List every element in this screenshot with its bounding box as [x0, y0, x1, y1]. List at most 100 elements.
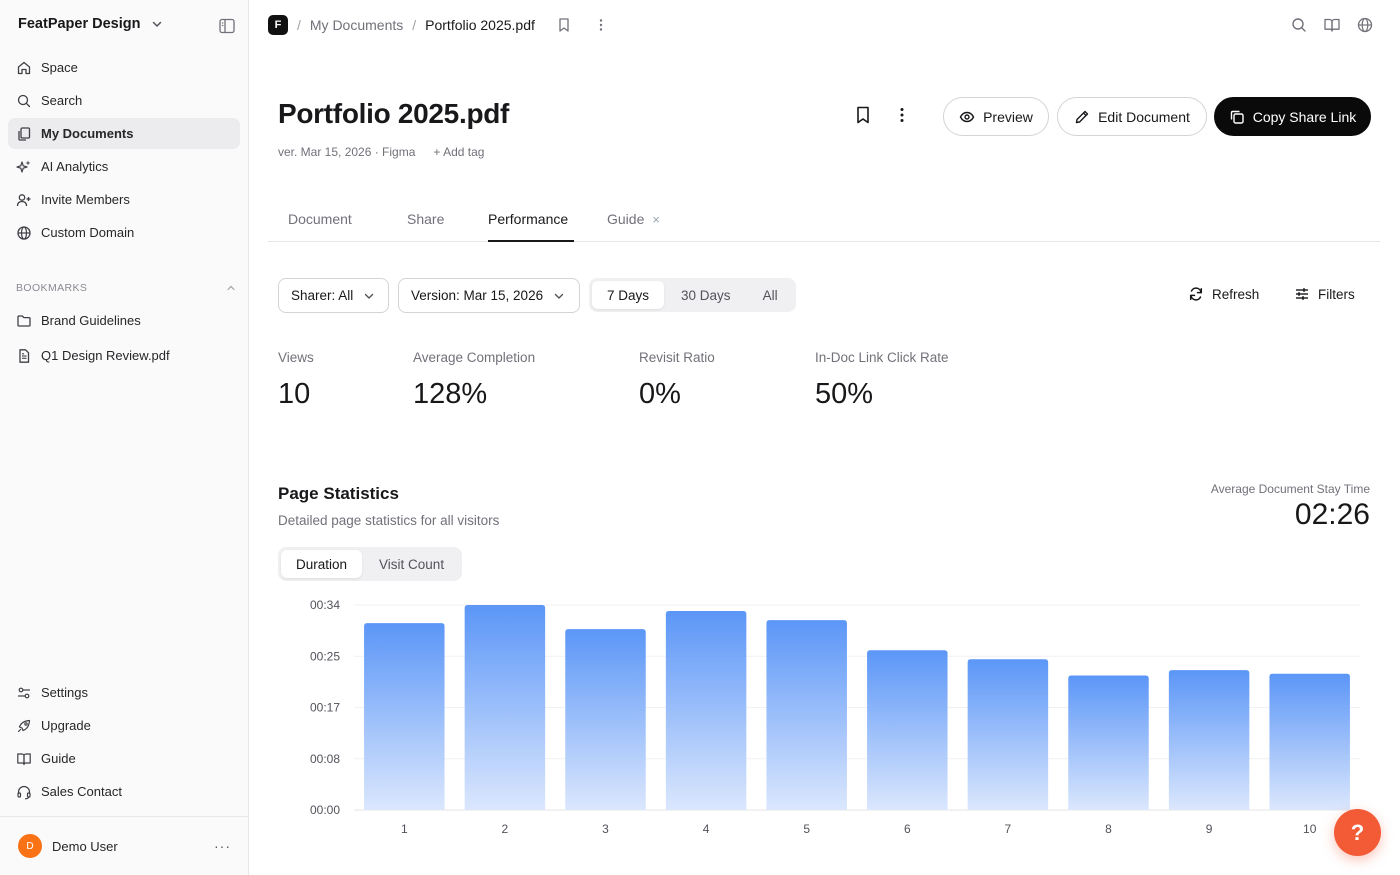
chart-bar[interactable]	[665, 611, 747, 810]
chart-bar[interactable]	[364, 623, 445, 810]
document-meta: ver. Mar 15, 2026 · Figma + Add tag	[278, 145, 484, 159]
bookmarks-header[interactable]: BOOKMARKS	[16, 282, 236, 294]
close-icon[interactable]: ×	[652, 212, 660, 227]
tab-guide-label: Guide	[607, 211, 645, 227]
nav-item-upgrade[interactable]: Upgrade	[8, 710, 240, 741]
bookmark-icon[interactable]	[556, 17, 572, 33]
section-subtitle: Detailed page statistics for all visitor…	[278, 513, 500, 528]
version-select-value: Version: Mar 15, 2026	[411, 288, 544, 303]
page-title: Portfolio 2025.pdf	[278, 98, 510, 129]
chart-bar[interactable]	[1068, 675, 1149, 810]
nav-item-invite-members[interactable]: Invite Members	[8, 184, 240, 215]
nav-item-label: Search	[41, 93, 83, 108]
x-tick-label: 9	[1206, 822, 1213, 836]
sidebar-toggle-icon[interactable]	[218, 17, 236, 35]
nav-item-sales-contact[interactable]: Sales Contact	[8, 776, 240, 807]
filters-button[interactable]: Filters	[1294, 286, 1355, 302]
nav-item-custom-domain[interactable]: Custom Domain	[8, 217, 240, 248]
nav-item-my-documents[interactable]: My Documents	[8, 118, 240, 149]
refresh-icon	[1189, 287, 1203, 301]
user-name: Demo User	[52, 838, 118, 854]
x-tick-label: 4	[703, 822, 710, 836]
version-select[interactable]: Version: Mar 15, 2026	[398, 278, 580, 313]
more-icon[interactable]: ···	[214, 838, 231, 854]
book-icon	[17, 752, 31, 765]
nav-item-label: My Documents	[41, 126, 134, 141]
tab-document[interactable]: Document	[288, 211, 352, 242]
chart-bar[interactable]	[1168, 670, 1250, 810]
preview-button[interactable]: Preview	[943, 97, 1049, 136]
range-30-days[interactable]: 30 Days	[666, 281, 746, 309]
bookmarks-label: BOOKMARKS	[16, 282, 88, 294]
tab-guide[interactable]: Guide ×	[607, 211, 660, 242]
nav-item-label: Custom Domain	[41, 225, 135, 240]
stay-time-label: Average Document Stay Time	[1210, 482, 1370, 496]
edit-document-button[interactable]: Edit Document	[1057, 97, 1207, 136]
chart-bar[interactable]	[464, 605, 546, 810]
more-vertical-icon[interactable]	[892, 105, 912, 125]
stat-value: 10	[278, 378, 311, 410]
nav-item-search[interactable]: Search	[8, 85, 240, 116]
chart-bar[interactable]	[967, 659, 1049, 810]
workspace-logo[interactable]: F	[268, 15, 288, 35]
range-all[interactable]: All	[748, 281, 793, 309]
breadcrumb-separator: /	[297, 17, 301, 33]
chart-bar[interactable]	[867, 650, 948, 810]
nav-item-label: Settings	[41, 685, 88, 700]
nav-item-space[interactable]: Space	[8, 52, 240, 83]
bookmarks-list: Brand Guidelines Q1 Design Review.pdf	[8, 304, 240, 374]
tab-share[interactable]: Share	[407, 211, 444, 242]
pencil-icon	[1075, 110, 1089, 123]
breadcrumb-my-documents[interactable]: My Documents	[310, 17, 403, 33]
document-tabs: Document Share Performance Guide ×	[268, 200, 1380, 242]
copy-icon	[1230, 110, 1244, 124]
tab-performance[interactable]: Performance	[488, 211, 574, 242]
bookmark-q1-design-review[interactable]: Q1 Design Review.pdf	[8, 339, 240, 372]
stat-label: Average Completion	[413, 350, 536, 365]
add-tag-button[interactable]: + Add tag	[433, 145, 484, 159]
sidebar: FeatPaper Design Space Search My Documen…	[0, 0, 249, 875]
user-menu[interactable]: D Demo User ···	[0, 816, 249, 875]
bottom-nav: Settings Upgrade Guide Sales Contact	[8, 677, 240, 809]
search-icon[interactable]	[1290, 16, 1308, 34]
more-vertical-icon[interactable]	[593, 17, 609, 33]
sharer-select-value: Sharer: All	[291, 288, 354, 303]
y-tick-label: 00:17	[310, 701, 340, 715]
book-open-icon[interactable]	[1323, 16, 1341, 34]
sharer-select[interactable]: Sharer: All	[278, 278, 389, 313]
section-title: Page Statistics	[278, 484, 399, 503]
globe-icon[interactable]	[1356, 16, 1374, 34]
chevron-down-icon	[152, 21, 161, 27]
nav-item-settings[interactable]: Settings	[8, 677, 240, 708]
range-7-days[interactable]: 7 Days	[592, 281, 665, 309]
stat-revisit-ratio: Revisit Ratio 0%	[639, 350, 715, 411]
help-button[interactable]: ?	[1334, 809, 1381, 856]
bookmark-brand-guidelines[interactable]: Brand Guidelines	[8, 304, 240, 337]
chart-bar[interactable]	[1269, 673, 1350, 810]
stat-views: Views 10	[278, 350, 314, 411]
chevron-up-icon[interactable]	[226, 283, 236, 293]
user-plus-icon	[16, 193, 31, 206]
stat-value: 128%	[413, 378, 488, 410]
stat-label: Views	[278, 350, 314, 365]
nav-item-label: Invite Members	[41, 192, 130, 207]
breadcrumb-separator: /	[412, 17, 417, 33]
copy-share-link-button[interactable]: Copy Share Link	[1214, 97, 1371, 136]
nav-item-ai-analytics[interactable]: AI Analytics	[8, 151, 240, 182]
bookmark-icon[interactable]	[853, 105, 873, 125]
refresh-label: Refresh	[1212, 286, 1260, 302]
chart-bar[interactable]	[565, 629, 646, 810]
nav-item-guide[interactable]: Guide	[8, 743, 240, 774]
folder-icon	[17, 314, 31, 327]
stat-average-completion: Average Completion 128%	[413, 350, 535, 411]
stat-value: 0%	[639, 378, 681, 410]
toggle-visit-count[interactable]: Visit Count	[364, 550, 459, 578]
refresh-button[interactable]: Refresh	[1188, 286, 1259, 302]
sparkles-icon	[16, 160, 31, 173]
toggle-duration[interactable]: Duration	[281, 550, 363, 578]
topbar: F / My Documents / Portfolio 2025.pdf	[249, 0, 1400, 50]
workspace-switcher[interactable]: FeatPaper Design	[18, 16, 163, 32]
x-tick-label: 3	[602, 822, 609, 836]
home-icon	[17, 61, 31, 74]
chart-bar[interactable]	[766, 620, 847, 810]
